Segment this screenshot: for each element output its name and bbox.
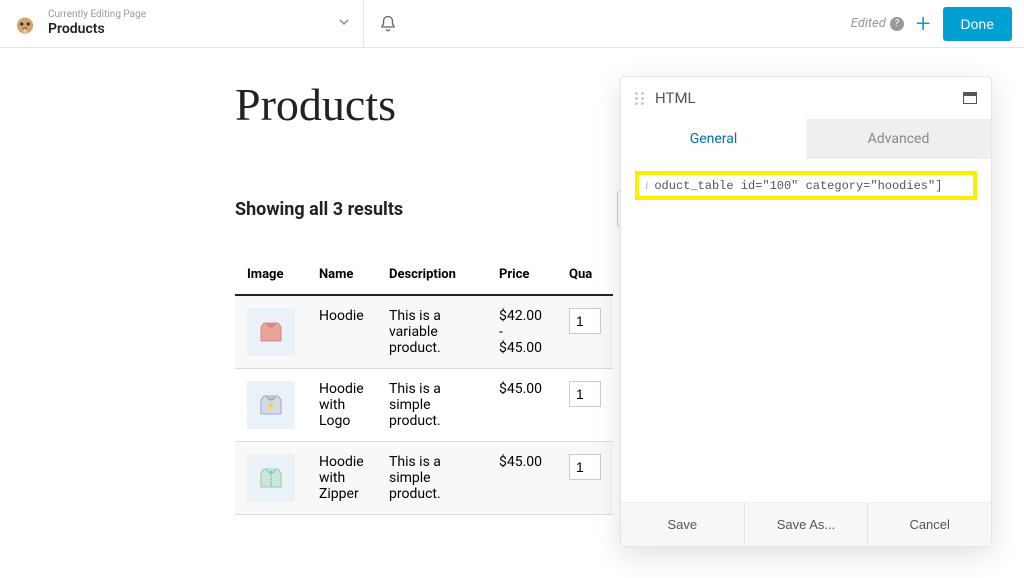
col-image: Image bbox=[235, 257, 307, 295]
window-icon[interactable] bbox=[963, 92, 977, 104]
product-name: Hoodie bbox=[307, 295, 377, 369]
edited-indicator[interactable]: Edited ? bbox=[851, 16, 904, 31]
hoodie-logo-icon bbox=[254, 388, 288, 422]
product-name: Hoodie with Zipper bbox=[307, 442, 377, 515]
info-icon: i bbox=[645, 178, 648, 193]
notifications-button[interactable] bbox=[364, 0, 412, 47]
quantity-input[interactable] bbox=[569, 454, 601, 480]
bell-icon bbox=[379, 15, 397, 33]
product-desc: This is a simple product. bbox=[377, 369, 487, 442]
col-name: Name bbox=[307, 257, 377, 295]
quantity-input[interactable] bbox=[569, 381, 601, 407]
product-desc: This is a simple product. bbox=[377, 442, 487, 515]
product-price: $45.00 bbox=[487, 369, 557, 442]
tab-general[interactable]: General bbox=[621, 119, 806, 159]
subtitle: Currently Editing Page bbox=[48, 9, 146, 21]
add-button[interactable]: + bbox=[916, 9, 931, 39]
col-quantity: Qua bbox=[557, 257, 613, 295]
product-thumb[interactable] bbox=[247, 308, 295, 356]
drag-handle-icon[interactable] bbox=[635, 92, 645, 105]
save-button[interactable]: Save bbox=[621, 503, 744, 546]
page-selector[interactable]: Currently Editing Page Products bbox=[0, 0, 364, 47]
quantity-input[interactable] bbox=[569, 308, 601, 334]
help-icon: ? bbox=[890, 17, 904, 31]
table-row: Hoodie This is a variable product. $42.0… bbox=[235, 295, 613, 369]
beaver-logo-icon bbox=[12, 11, 38, 37]
results-count: Showing all 3 results bbox=[235, 199, 403, 220]
panel-header[interactable]: HTML bbox=[621, 77, 991, 119]
html-settings-panel: HTML General Advanced i oduct_table id="… bbox=[620, 76, 992, 547]
panel-title: HTML bbox=[655, 89, 696, 107]
col-price: Price bbox=[487, 257, 557, 295]
product-thumb[interactable] bbox=[247, 454, 295, 502]
table-row: Hoodie with Logo This is a simple produc… bbox=[235, 369, 613, 442]
hoodie-icon bbox=[254, 315, 288, 349]
product-name: Hoodie with Logo bbox=[307, 369, 377, 442]
product-price: $45.00 bbox=[487, 442, 557, 515]
page-title-label: Products bbox=[48, 21, 146, 38]
panel-footer: Save Save As... Cancel bbox=[621, 502, 991, 546]
product-desc: This is a variable product. bbox=[377, 295, 487, 369]
products-table: Image Name Description Price Qua Hoodie … bbox=[235, 257, 613, 515]
code-editor[interactable]: i oduct_table id="100" category="hoodies… bbox=[635, 171, 977, 200]
tab-advanced[interactable]: Advanced bbox=[806, 119, 991, 159]
cancel-button[interactable]: Cancel bbox=[867, 503, 991, 546]
save-as-button[interactable]: Save As... bbox=[744, 503, 868, 546]
table-row: Hoodie with Zipper This is a simple prod… bbox=[235, 442, 613, 515]
col-description: Description bbox=[377, 257, 487, 295]
product-price: $42.00 - $45.00 bbox=[487, 295, 557, 369]
topbar: Currently Editing Page Products Edited ?… bbox=[0, 0, 1024, 48]
product-thumb[interactable] bbox=[247, 381, 295, 429]
done-button[interactable]: Done bbox=[943, 7, 1012, 41]
panel-tabs: General Advanced bbox=[621, 119, 991, 159]
hoodie-zipper-icon bbox=[254, 461, 288, 495]
chevron-down-icon[interactable] bbox=[337, 14, 351, 33]
code-text: oduct_table id="100" category="hoodies"] bbox=[654, 179, 942, 193]
